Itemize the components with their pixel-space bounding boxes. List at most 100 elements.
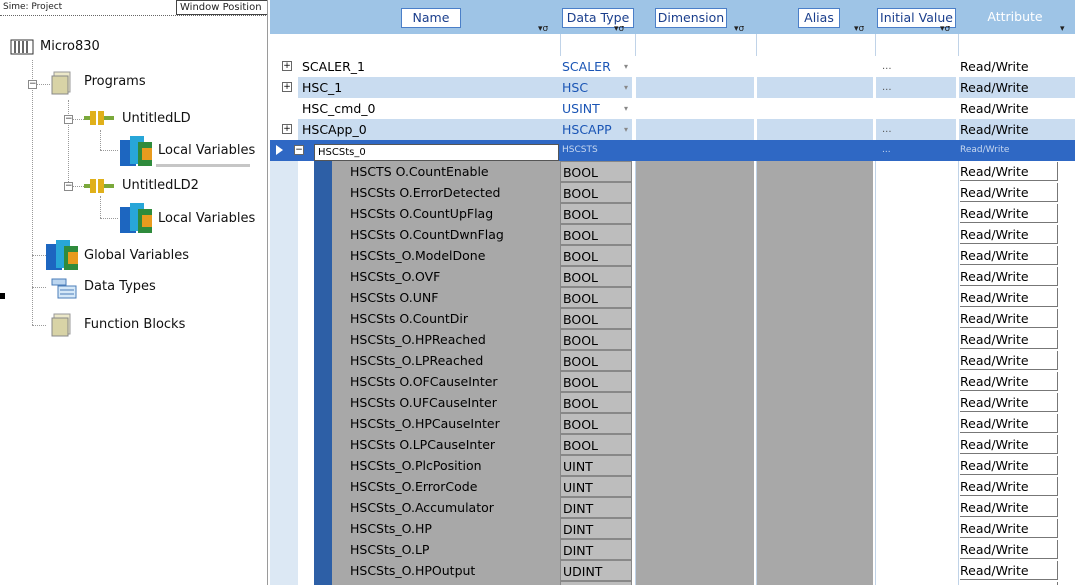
tree-item-untitledld[interactable]: UntitledLD: [122, 107, 191, 131]
member-attribute[interactable]: Read/Write: [959, 287, 1075, 308]
initial-value-cell[interactable]: [876, 476, 956, 497]
initial-value-cell[interactable]: [876, 161, 956, 182]
table-row[interactable]: HSCSts_O.ErrorCode UINT Read/Write: [270, 476, 1075, 497]
collapse-icon[interactable]: −: [64, 115, 73, 124]
member-attribute[interactable]: Read/Write: [959, 392, 1075, 413]
member-type[interactable]: UDINT: [560, 560, 632, 581]
initial-value-cell[interactable]: [876, 581, 956, 585]
table-row[interactable]: HSCSts_O.LPReached BOOL Read/Write: [270, 350, 1075, 371]
member-type[interactable]: BOOL: [560, 350, 632, 371]
table-row[interactable]: + HSC_1 HSC ▾ ... Read/Write: [270, 77, 1075, 98]
initial-value-cell[interactable]: [876, 182, 956, 203]
member-type[interactable]: BOOL: [560, 308, 632, 329]
table-row-selected[interactable]: − HSCSts_0 HSCSTS ... Read/Write: [270, 140, 1075, 161]
filter-icon[interactable]: ▾: [1060, 25, 1074, 34]
table-row[interactable]: HSC_cmd_0 USINT ▾ Read/Write: [270, 98, 1075, 119]
table-row[interactable]: HSCSts_O.LPOutputUDINT Read/Write: [270, 581, 1075, 585]
member-type[interactable]: BOOL: [560, 413, 632, 434]
member-attribute[interactable]: Read/Write: [959, 497, 1075, 518]
member-type[interactable]: BOOL: [560, 224, 632, 245]
initial-value-cell[interactable]: [876, 245, 956, 266]
member-name[interactable]: HSCSts_O.LPReached: [322, 350, 560, 371]
tab-window-position[interactable]: Window Position: [176, 0, 267, 15]
table-row[interactable]: + SCALER_1 SCALER ▾ ... Read/Write: [270, 56, 1075, 77]
expand-icon[interactable]: +: [282, 124, 292, 134]
filter-icon[interactable]: ▾σ: [538, 25, 552, 34]
member-type[interactable]: UINT: [560, 476, 632, 497]
attribute-value[interactable]: Read/Write: [959, 56, 1075, 77]
attribute-value[interactable]: Read/Write: [959, 119, 1075, 140]
member-attribute[interactable]: Read/Write: [959, 350, 1075, 371]
table-row[interactable]: HSCTS O.CountEnable BOOL Read/Write: [270, 161, 1075, 182]
member-name[interactable]: HSCSts O.ErrorDetected: [322, 182, 560, 203]
initial-value-cell[interactable]: [876, 287, 956, 308]
member-attribute[interactable]: Read/Write: [959, 581, 1075, 585]
member-type[interactable]: BOOL: [560, 266, 632, 287]
tree-item-programs[interactable]: Programs: [84, 70, 146, 94]
variable-type[interactable]: SCALER ▾: [560, 56, 632, 77]
member-attribute[interactable]: Read/Write: [959, 476, 1075, 497]
variable-type[interactable]: USINT ▾: [560, 98, 632, 119]
tree-item-local-variables[interactable]: Local Variables: [158, 139, 255, 163]
initial-value[interactable]: ...: [876, 119, 956, 140]
filter-icon[interactable]: ▾σ: [734, 25, 748, 34]
member-type[interactable]: BOOL: [560, 434, 632, 455]
member-attribute[interactable]: Read/Write: [959, 203, 1075, 224]
member-attribute[interactable]: Read/Write: [959, 245, 1075, 266]
attribute-value[interactable]: Read/Write: [959, 98, 1075, 119]
member-attribute[interactable]: Read/Write: [959, 560, 1075, 581]
column-header-dimension[interactable]: Dimension: [655, 8, 727, 28]
dropdown-arrow-icon[interactable]: ▾: [624, 98, 628, 119]
member-name[interactable]: HSCSts_O.HP: [322, 518, 560, 539]
tree-item-global-variables[interactable]: Global Variables: [84, 244, 189, 268]
member-name[interactable]: HSCSts_O.HPOutput: [322, 560, 560, 581]
dropdown-arrow-icon[interactable]: ▾: [624, 119, 628, 140]
column-header-alias[interactable]: Alias: [798, 8, 840, 28]
member-name[interactable]: HSCSts O.CountDir: [322, 308, 560, 329]
initial-value-cell[interactable]: [876, 518, 956, 539]
variable-name-editor[interactable]: HSCSts_0: [310, 140, 560, 161]
initial-value-cell[interactable]: [876, 308, 956, 329]
member-type[interactable]: UINT: [560, 455, 632, 476]
initial-value-cell[interactable]: [876, 371, 956, 392]
table-row[interactable]: HSCSts_O.PlcPosition UINT Read/Write: [270, 455, 1075, 476]
member-type[interactable]: BOOL: [560, 182, 632, 203]
member-attribute[interactable]: Read/Write: [959, 413, 1075, 434]
initial-value-cell[interactable]: [876, 329, 956, 350]
table-row[interactable]: HSCSts O.CountUpFlag BOOL Read/Write: [270, 203, 1075, 224]
table-row[interactable]: HSCSts O.LPCauseInter BOOL Read/Write: [270, 434, 1075, 455]
table-row[interactable]: HSCSts_O.Accumulator DINT Read/Write: [270, 497, 1075, 518]
initial-value[interactable]: [876, 98, 956, 119]
filter-icon[interactable]: ▾σ: [940, 25, 954, 34]
dropdown-arrow-icon[interactable]: ▾: [624, 77, 628, 98]
table-row[interactable]: HSCSts O.ErrorDetected BOOL Read/Write: [270, 182, 1075, 203]
member-type[interactable]: BOOL: [560, 392, 632, 413]
member-name[interactable]: HSCSts O.CountDwnFlag: [322, 224, 560, 245]
member-name[interactable]: HSCTS O.CountEnable: [322, 161, 560, 182]
tree-item-controller[interactable]: Micro830: [40, 35, 100, 59]
variable-name[interactable]: HSC_1: [298, 77, 560, 98]
tree-item-data-types[interactable]: Data Types: [84, 275, 156, 299]
member-type[interactable]: BOOL: [560, 161, 632, 182]
member-name[interactable]: HSCSts_O.HPCauseInter: [322, 413, 560, 434]
member-attribute[interactable]: Read/Write: [959, 161, 1075, 182]
member-name[interactable]: HSCSts_O.OVF: [322, 266, 560, 287]
tab-project[interactable]: Sime: Project: [0, 0, 90, 15]
collapse-icon[interactable]: −: [64, 182, 73, 191]
member-name[interactable]: HSCSts_O.Accumulator: [322, 497, 560, 518]
member-type[interactable]: BOOL: [560, 329, 632, 350]
collapse-icon[interactable]: −: [28, 80, 37, 89]
table-row[interactable]: HSCSts O.CountDir BOOL Read/Write: [270, 308, 1075, 329]
table-row[interactable]: HSCSts O.UFCauseInter BOOL Read/Write: [270, 392, 1075, 413]
initial-value[interactable]: ...: [876, 56, 956, 77]
filter-icon[interactable]: ▾σ: [614, 25, 628, 34]
dropdown-arrow-icon[interactable]: ▾: [624, 56, 628, 77]
member-attribute[interactable]: Read/Write: [959, 518, 1075, 539]
member-name[interactable]: HSCSts_O.ModelDone: [322, 245, 560, 266]
member-name[interactable]: HSCSts O.OFCauseInter: [322, 371, 560, 392]
variable-name[interactable]: HSCApp_0: [298, 119, 560, 140]
table-row[interactable]: + HSCApp_0 HSCAPP ▾ ... Read/Write: [270, 119, 1075, 140]
variable-type[interactable]: HSC ▾: [560, 77, 632, 98]
filter-icon[interactable]: ▾σ: [854, 25, 868, 34]
tree-item-untitledld2[interactable]: UntitledLD2: [122, 174, 199, 198]
